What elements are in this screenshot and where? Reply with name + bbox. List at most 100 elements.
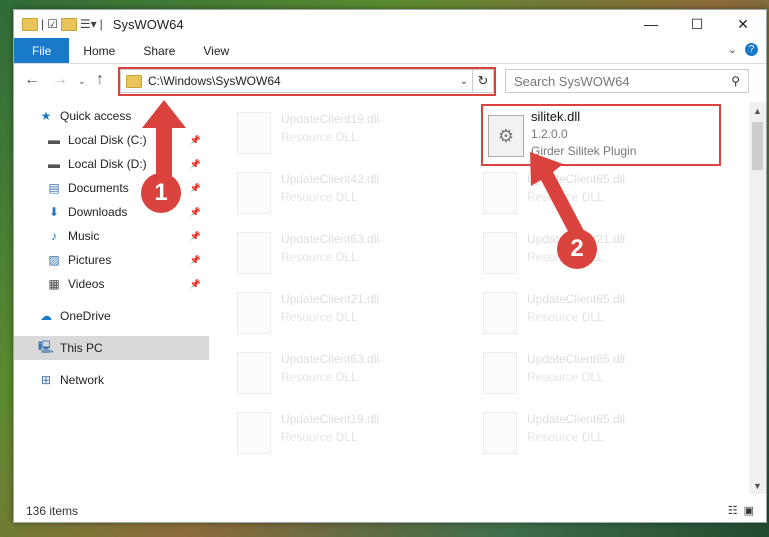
close-button[interactable]: ✕ <box>720 10 766 38</box>
pin-icon: 📌 <box>189 230 201 241</box>
file-description: Resource DLL <box>527 430 604 444</box>
tab-share[interactable]: Share <box>129 38 189 63</box>
help-icon[interactable]: ? <box>745 43 758 56</box>
file-item[interactable]: UpdateClient63.dll Resource DLL <box>209 346 439 402</box>
scroll-thumb[interactable] <box>752 122 763 170</box>
sidebar-item-local-disk-c[interactable]: ▬ Local Disk (C:) 📌 <box>14 128 209 152</box>
pictures-icon: ▨ <box>48 253 60 267</box>
scroll-up-icon[interactable]: ▲ <box>749 102 766 119</box>
ribbon-help: ⌄ ? <box>728 43 758 56</box>
cloud-icon: ☁ <box>40 309 52 323</box>
file-description: Resource DLL <box>281 370 358 384</box>
customize-icon[interactable]: ☰▾ <box>80 17 97 31</box>
drive-icon: ▬ <box>48 157 60 171</box>
minimize-button[interactable]: — <box>628 10 674 38</box>
search-input[interactable]: Search SysWOW64 <box>514 74 731 89</box>
sidebar-item-label: Music <box>68 229 100 243</box>
tab-view[interactable]: View <box>189 38 243 63</box>
new-folder-icon[interactable] <box>60 17 77 31</box>
highlighted-file-item[interactable]: ⚙ silitek.dll 1.2.0.0 Girder Silitek Plu… <box>481 104 721 166</box>
view-toggles: ☷ ▣ <box>728 504 754 517</box>
details-view-icon[interactable]: ☷ <box>728 504 738 517</box>
sidebar-item-label: Pictures <box>68 253 112 267</box>
separator: | <box>41 17 45 31</box>
maximize-button[interactable]: ☐ <box>674 10 720 38</box>
pin-icon: 📌 <box>189 278 201 289</box>
file-name: UpdateClient19.dll <box>281 112 380 126</box>
address-highlight-box <box>118 67 496 96</box>
file-name: UpdateClient63.dll <box>281 232 380 246</box>
dll-file-icon <box>237 352 271 394</box>
file-name: UpdateClient65.dll <box>527 172 626 186</box>
file-item[interactable]: UpdateClient19.dll Resource DLL <box>209 106 439 162</box>
navigation-bar: ← → ⌄ ↑ C:\Windows\SysWOW64 ⌄ ↻ Search S… <box>14 67 766 96</box>
documents-icon: ▤ <box>48 181 60 195</box>
file-version: 1.2.0.0 <box>531 127 568 141</box>
file-description: Resource DLL <box>281 190 358 204</box>
forward-icon[interactable]: → <box>52 71 68 89</box>
window-title: SysWOW64 <box>112 16 184 32</box>
folder-icon <box>22 17 38 31</box>
dll-file-icon <box>237 112 271 154</box>
dll-file-icon <box>483 412 517 454</box>
file-name: UpdateClient65.dll <box>527 352 626 366</box>
sidebar-item-local-disk-d[interactable]: ▬ Local Disk (D:) 📌 <box>14 152 209 176</box>
star-icon: ★ <box>40 109 52 123</box>
sidebar-item-this-pc[interactable]: 🖳 This PC <box>14 336 209 360</box>
music-icon: ♪ <box>51 229 57 243</box>
sidebar-item-label: Downloads <box>68 205 128 219</box>
pin-icon: 📌 <box>189 182 201 193</box>
navigation-pane: ★ Quick access ▬ Local Disk (C:) 📌 ▬ Loc… <box>14 102 209 494</box>
sidebar-item-music[interactable]: ♪ Music 📌 <box>14 224 209 248</box>
sidebar-item-onedrive[interactable]: ☁ OneDrive <box>14 304 209 328</box>
file-item[interactable]: UpdateClient63.dll Resource DLL <box>209 226 439 282</box>
sidebar-item-label: Local Disk (D:) <box>68 157 147 171</box>
sidebar-item-videos[interactable]: ▦ Videos 📌 <box>14 272 209 296</box>
tab-home[interactable]: Home <box>69 38 129 63</box>
tab-file[interactable]: File <box>14 38 70 63</box>
file-item[interactable]: UpdateClient65.dll Resource DLL <box>455 166 685 222</box>
window-controls: — ☐ ✕ <box>628 10 766 38</box>
scroll-down-icon[interactable]: ▼ <box>749 477 766 494</box>
file-name: silitek.dll <box>531 109 581 124</box>
quick-access-toolbar: | ☑ ☰▾ | <box>22 17 103 31</box>
file-description: Resource DLL <box>281 310 358 324</box>
file-item[interactable]: UpdateClient42.dll Resource DLL <box>209 166 439 222</box>
recent-locations-icon[interactable]: ⌄ <box>78 76 86 87</box>
file-name: UpdateClient63.dll <box>281 352 380 366</box>
file-name: UpdateClient21.dll <box>281 292 380 306</box>
sidebar-item-pictures[interactable]: ▨ Pictures 📌 <box>14 248 209 272</box>
back-icon[interactable]: ← <box>24 71 40 89</box>
file-name: UpdateClient42.dll <box>281 172 380 186</box>
search-box[interactable]: Search SysWOW64 ⚲ <box>505 69 749 93</box>
dll-file-icon <box>483 172 517 214</box>
file-item[interactable]: UpdateClient21.dll Resource DLL <box>209 286 439 342</box>
network-icon: ⊞ <box>40 373 52 387</box>
file-item[interactable]: UpdateClient65.dll Resource DLL <box>455 286 685 342</box>
expand-ribbon-icon[interactable]: ⌄ <box>728 43 737 56</box>
computer-icon: 🖳 <box>38 339 55 354</box>
dll-file-icon <box>237 232 271 274</box>
sidebar-item-quick-access[interactable]: ★ Quick access <box>14 104 209 128</box>
file-item[interactable]: UpdateClient19.dll Resource DLL <box>209 406 439 462</box>
vertical-scrollbar[interactable]: ▲ ▼ <box>749 102 766 494</box>
title-bar: | ☑ ☰▾ | SysWOW64 — ☐ ✕ <box>14 10 766 38</box>
tiles-view-icon[interactable]: ▣ <box>744 504 754 517</box>
sidebar-item-label: Local Disk (C:) <box>68 133 147 147</box>
up-icon[interactable]: ↑ <box>96 71 104 89</box>
dll-file-icon <box>483 232 517 274</box>
properties-icon[interactable]: ☑ <box>47 17 58 31</box>
gear-icon: ⚙ <box>488 115 524 157</box>
file-item[interactable]: UpdateClient65.dll Resource DLL <box>455 406 685 462</box>
search-icon: ⚲ <box>731 74 740 88</box>
sidebar-item-network[interactable]: ⊞ Network <box>14 368 209 392</box>
ribbon: File Home Share View ⌄ ? <box>14 38 766 64</box>
sidebar-item-label: Documents <box>68 181 129 195</box>
file-item[interactable]: UpdateClient65.dll Resource DLL <box>455 346 685 402</box>
sidebar-item-downloads[interactable]: ⬇ Downloads 📌 <box>14 200 209 224</box>
dll-file-icon <box>237 412 271 454</box>
file-description: Resource DLL <box>281 430 358 444</box>
separator: | <box>99 17 103 31</box>
file-name: UpdateClient19.dll <box>281 412 380 426</box>
dll-file-icon <box>483 292 517 334</box>
